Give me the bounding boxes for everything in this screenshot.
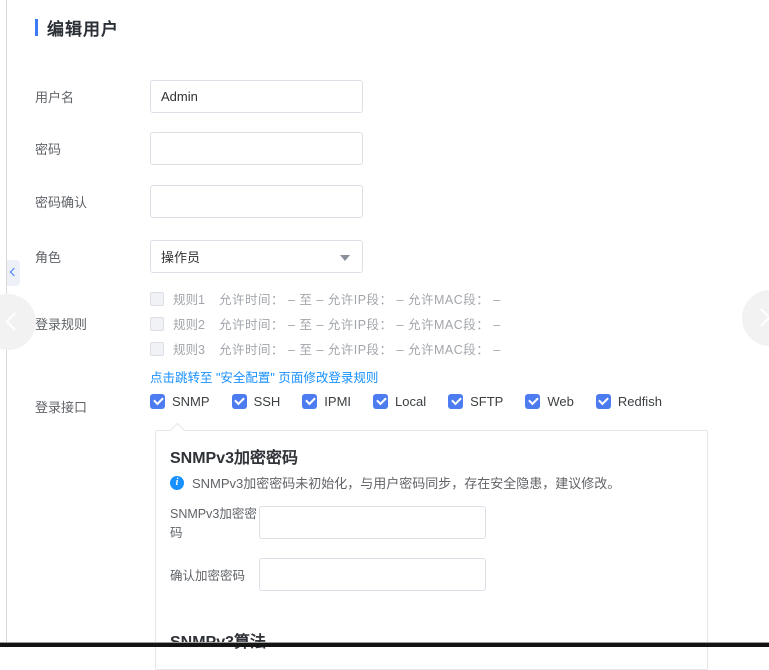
carousel-next-button[interactable] — [742, 290, 769, 346]
snmpv3-password-input[interactable] — [259, 506, 486, 539]
page-title: 编辑用户 — [47, 15, 119, 40]
rule3-name: 规则3 — [173, 339, 205, 358]
snmpv3-panel: SNMPv3加密密码 i SNMPv3加密密码未初始化，与用户密码同步，存在安全… — [155, 430, 708, 670]
username-input[interactable] — [150, 80, 363, 113]
password-input[interactable] — [150, 132, 363, 165]
snmpv3-password-row: SNMPv3加密密码 — [170, 503, 486, 541]
checkbox-checked-icon — [150, 394, 165, 409]
login-rule-row-1: 规则1 允许时间： – 至 – 允许IP段： – 允许MAC段： – — [150, 289, 501, 308]
login-rules-label: 登录规则 — [35, 314, 150, 333]
chevron-left-icon — [5, 312, 23, 330]
checkbox-checked-icon — [373, 394, 388, 409]
role-selected-value: 操作员 — [161, 247, 200, 266]
login-interface-label: 登录接口 — [35, 397, 150, 416]
page-header: 编辑用户 — [35, 15, 119, 40]
username-label: 用户名 — [35, 87, 150, 106]
snmpv3-algorithm-title: SNMPv3算法 — [170, 628, 266, 652]
rule1-detail: 允许时间： – 至 – 允许IP段： – 允许MAC段： – — [219, 289, 501, 308]
interface-checkbox-ssh[interactable]: SSH — [232, 394, 281, 409]
security-config-link[interactable]: 点击跳转至 "安全配置" 页面修改登录规则 — [150, 367, 501, 386]
chevron-down-icon — [340, 255, 350, 261]
snmpv3-panel-title: SNMPv3加密密码 — [170, 444, 298, 468]
interface-checkbox-redfish[interactable]: Redfish — [596, 394, 662, 409]
chevron-right-icon — [752, 308, 769, 326]
snmpv3-password-confirm-input[interactable] — [259, 558, 486, 591]
interface-checkbox-snmp[interactable]: SNMP — [150, 394, 210, 409]
login-interface-options: SNMP SSH IPMI Local SFTP Web Redfish — [150, 394, 662, 409]
checkbox-checked-icon — [596, 394, 611, 409]
carousel-prev-button[interactable] — [0, 294, 36, 350]
interface-checkbox-local[interactable]: Local — [373, 394, 426, 409]
checkbox-checked-icon — [525, 394, 540, 409]
sidebar-collapse-toggle[interactable] — [7, 260, 20, 286]
login-rule-row-2: 规则2 允许时间： – 至 – 允许IP段： – 允许MAC段： – — [150, 314, 501, 333]
checkbox-checked-icon — [232, 394, 247, 409]
rule2-checkbox[interactable] — [150, 317, 164, 331]
rule2-name: 规则2 — [173, 314, 205, 333]
password-label: 密码 — [35, 139, 150, 158]
checkbox-checked-icon — [302, 394, 317, 409]
rule1-checkbox[interactable] — [150, 292, 164, 306]
role-row: 角色 操作员 — [35, 240, 363, 273]
password-confirm-label: 密码确认 — [35, 192, 150, 211]
role-label: 角色 — [35, 247, 150, 266]
snmpv3-notice-text: SNMPv3加密密码未初始化，与用户密码同步，存在安全隐患，建议修改。 — [192, 473, 620, 492]
login-rules-list: 规则1 允许时间： – 至 – 允许IP段： – 允许MAC段： – 规则2 允… — [150, 289, 501, 386]
popover-arrow — [170, 422, 186, 438]
interface-checkbox-web[interactable]: Web — [525, 394, 574, 409]
info-icon: i — [170, 476, 184, 490]
username-row: 用户名 — [35, 80, 363, 113]
snmpv3-password-confirm-row: 确认加密密码 — [170, 558, 486, 591]
snmpv3-notice: i SNMPv3加密密码未初始化，与用户密码同步，存在安全隐患，建议修改。 — [170, 473, 620, 492]
login-rule-row-3: 规则3 允许时间： – 至 – 允许IP段： – 允许MAC段： – — [150, 339, 501, 358]
snmpv3-password-confirm-label: 确认加密密码 — [170, 565, 259, 584]
rule1-name: 规则1 — [173, 289, 205, 308]
password-confirm-input[interactable] — [150, 185, 363, 218]
password-confirm-row: 密码确认 — [35, 185, 363, 218]
password-row: 密码 — [35, 132, 363, 165]
checkbox-checked-icon — [448, 394, 463, 409]
rule2-detail: 允许时间： – 至 – 允许IP段： – 允许MAC段： – — [219, 314, 501, 333]
snmpv3-password-label: SNMPv3加密密码 — [170, 503, 259, 541]
chevron-left-icon — [10, 268, 18, 276]
interface-checkbox-sftp[interactable]: SFTP — [448, 394, 503, 409]
rule3-detail: 允许时间： – 至 – 允许IP段： – 允许MAC段： – — [219, 339, 501, 358]
role-select[interactable]: 操作员 — [150, 240, 363, 273]
title-accent-bar — [35, 19, 38, 36]
interface-checkbox-ipmi[interactable]: IPMI — [302, 394, 351, 409]
rule3-checkbox[interactable] — [150, 342, 164, 356]
window-bottom-edge — [0, 642, 769, 647]
